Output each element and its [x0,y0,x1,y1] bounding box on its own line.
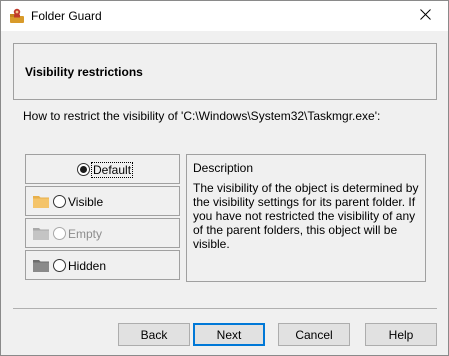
description-panel: Description The visibility of the object… [186,154,426,282]
close-button[interactable] [402,1,448,31]
radio-hidden[interactable] [53,259,66,272]
folder-guard-app-icon [10,8,24,23]
option-default[interactable]: Default [25,154,180,184]
header-panel: Visibility restrictions [13,43,437,100]
window-title: Folder Guard [31,9,102,23]
cancel-button[interactable]: Cancel [278,323,350,346]
radio-visible[interactable] [53,195,66,208]
help-button[interactable]: Help [365,323,437,346]
description-text: The visibility of the object is determin… [193,181,419,251]
next-button[interactable]: Next [193,323,265,346]
option-visible[interactable]: Visible [25,186,180,216]
option-empty[interactable]: Empty [25,218,180,248]
radio-default[interactable] [77,163,90,176]
description-title: Description [193,161,254,175]
back-button[interactable]: Back [118,323,190,346]
page-title: Visibility restrictions [25,65,143,79]
option-visible-label: Visible [68,195,104,209]
close-icon [419,9,431,23]
title-bar: Folder Guard [1,1,448,31]
button-separator [13,308,437,309]
option-default-label: Default [90,162,134,178]
radio-empty[interactable] [53,227,66,240]
option-empty-label: Empty [68,227,103,241]
dark-folder-icon [33,259,49,272]
question-label: How to restrict the visibility of 'C:\Wi… [23,109,381,123]
grey-folder-icon [33,227,49,240]
option-hidden-label: Hidden [68,259,107,273]
dialog-window: Folder Guard Visibility restrictions How… [0,0,449,356]
yellow-folder-icon [33,195,49,208]
option-hidden[interactable]: Hidden [25,250,180,280]
